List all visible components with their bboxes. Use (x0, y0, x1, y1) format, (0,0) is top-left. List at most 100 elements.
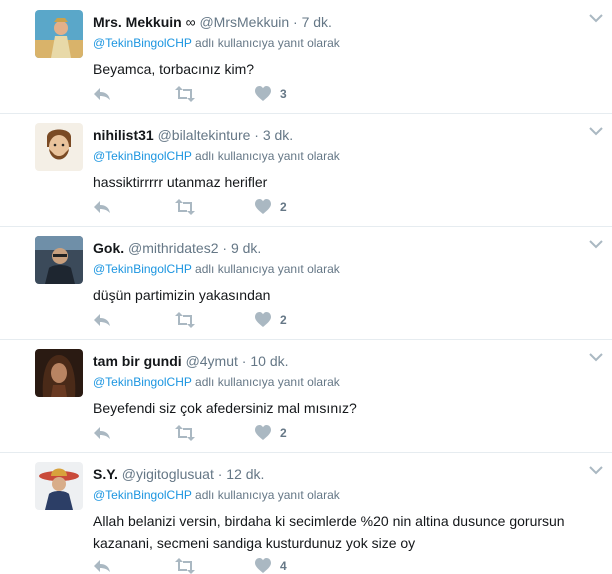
like-button[interactable] (255, 558, 271, 574)
timestamp[interactable]: 7 dk. (302, 14, 332, 30)
user-handle[interactable]: @4ymut (186, 353, 238, 369)
retweet-button[interactable] (174, 86, 196, 102)
tweet-actions: 2 (93, 199, 393, 215)
like-count: 2 (280, 313, 287, 327)
like-count: 4 (280, 559, 287, 573)
tweet[interactable]: Gok. @mithridates2 · 9 dk. @TekinBingolC… (0, 236, 612, 336)
tweet-text: Beyefendi siz çok afedersiniz mal mısını… (93, 400, 357, 416)
reply-context: @TekinBingolCHP adlı kullanıcıya yanıt o… (93, 149, 340, 164)
separator-dot: · (222, 240, 228, 256)
user-handle[interactable]: @MrsMekkuin (199, 14, 289, 30)
reply-mention-link[interactable]: @TekinBingolCHP (93, 262, 192, 276)
reply-mention-link[interactable]: @TekinBingolCHP (93, 149, 192, 163)
retweet-button[interactable] (174, 199, 196, 215)
tweet-divider (0, 113, 612, 114)
tweet-actions: 2 (93, 425, 393, 441)
avatar[interactable] (35, 236, 83, 284)
profile-badge: ∞ (185, 14, 196, 30)
display-name[interactable]: Mrs. Mekkuin (93, 14, 182, 30)
separator-dot: · (293, 14, 298, 30)
avatar[interactable] (35, 123, 83, 171)
tweet-header: nihilist31 @bilaltekinture · 3 dk. (93, 127, 293, 144)
like-count: 2 (280, 426, 287, 440)
retweet-icon (175, 199, 195, 215)
retweet-button[interactable] (174, 425, 196, 441)
caret-down-icon[interactable] (588, 351, 604, 363)
tweet-actions: 4 (93, 558, 393, 574)
reply-context: @TekinBingolCHP adlı kullanıcıya yanıt o… (93, 488, 340, 503)
timestamp[interactable]: 3 dk. (263, 127, 293, 143)
heart-icon (255, 86, 271, 101)
retweet-button[interactable] (174, 312, 196, 328)
separator-dot: · (254, 127, 259, 143)
caret-down-icon[interactable] (588, 464, 604, 476)
like-button[interactable] (255, 199, 271, 215)
like-button[interactable] (255, 425, 271, 441)
reply-button[interactable] (93, 558, 111, 574)
timestamp[interactable]: 10 dk. (250, 353, 288, 369)
reply-context-label: adlı kullanıcıya yanıt olarak (195, 149, 340, 163)
tweet[interactable]: Mrs. Mekkuin ∞ @MrsMekkuin · 7 dk. @Teki… (0, 10, 612, 110)
reply-button[interactable] (93, 312, 111, 328)
heart-icon (255, 199, 271, 214)
avatar[interactable] (35, 349, 83, 397)
tweet-actions: 2 (93, 312, 393, 328)
reply-mention-link[interactable]: @TekinBingolCHP (93, 375, 192, 389)
reply-icon (94, 201, 110, 213)
reply-icon (94, 427, 110, 439)
reply-context: @TekinBingolCHP adlı kullanıcıya yanıt o… (93, 375, 340, 390)
tweet-text: Beyamca, torbacınız kim? (93, 61, 255, 77)
reply-context: @TekinBingolCHP adlı kullanıcıya yanıt o… (93, 262, 340, 277)
tweet-text: hassiktirrrrr utanmaz herifler (93, 174, 268, 190)
caret-down-icon[interactable] (588, 12, 604, 24)
retweet-icon (175, 558, 195, 574)
reply-mention-link[interactable]: @TekinBingolCHP (93, 488, 192, 502)
reply-mention-link[interactable]: @TekinBingolCHP (93, 36, 192, 50)
tweet-divider (0, 339, 612, 340)
display-name[interactable]: S.Y. (93, 466, 118, 482)
like-button[interactable] (255, 312, 271, 328)
reply-button[interactable] (93, 199, 111, 215)
reply-icon (94, 560, 110, 572)
display-name[interactable]: tam bir gundi (93, 353, 182, 369)
like-count: 3 (280, 87, 287, 101)
tweet[interactable]: tam bir gundi @4ymut · 10 dk. @TekinBing… (0, 349, 612, 449)
tweet-text: Allah belanizi versin, birdaha ki seciml… (93, 513, 565, 551)
user-handle[interactable]: @mithridates2 (128, 240, 218, 256)
tweet[interactable]: S.Y. @yigitoglusuat · 12 dk. @TekinBingo… (0, 462, 612, 574)
tweet-header: tam bir gundi @4ymut · 10 dk. (93, 353, 289, 370)
tweet-header: S.Y. @yigitoglusuat · 12 dk. (93, 466, 264, 483)
tweet-header: Mrs. Mekkuin ∞ @MrsMekkuin · 7 dk. (93, 14, 332, 31)
caret-down-icon[interactable] (588, 238, 604, 250)
tweet-text: düşün partimizin yakasından (93, 287, 271, 303)
tweet-actions: 3 (93, 86, 393, 102)
heart-icon (255, 558, 271, 573)
separator-dot: · (241, 353, 247, 369)
tweet-divider (0, 452, 612, 453)
reply-context-label: adlı kullanıcıya yanıt olarak (195, 488, 340, 502)
reply-icon (94, 314, 110, 326)
separator-dot: · (217, 466, 223, 482)
caret-down-icon[interactable] (588, 125, 604, 137)
heart-icon (255, 312, 271, 327)
display-name[interactable]: nihilist31 (93, 127, 154, 143)
timestamp[interactable]: 12 dk. (226, 466, 264, 482)
avatar[interactable] (35, 462, 83, 510)
timestamp[interactable]: 9 dk. (231, 240, 261, 256)
reply-button[interactable] (93, 86, 111, 102)
retweet-button[interactable] (174, 558, 196, 574)
retweet-icon (175, 312, 195, 328)
avatar[interactable] (35, 10, 83, 58)
like-button[interactable] (255, 86, 271, 102)
reply-context-label: adlı kullanıcıya yanıt olarak (195, 262, 340, 276)
reply-button[interactable] (93, 425, 111, 441)
heart-icon (255, 425, 271, 440)
tweet[interactable]: nihilist31 @bilaltekinture · 3 dk. @Teki… (0, 123, 612, 223)
reply-context-label: adlı kullanıcıya yanıt olarak (195, 36, 340, 50)
user-handle[interactable]: @yigitoglusuat (122, 466, 214, 482)
user-handle[interactable]: @bilaltekinture (158, 127, 251, 143)
like-count: 2 (280, 200, 287, 214)
display-name[interactable]: Gok. (93, 240, 124, 256)
reply-icon (94, 88, 110, 100)
retweet-icon (175, 86, 195, 102)
